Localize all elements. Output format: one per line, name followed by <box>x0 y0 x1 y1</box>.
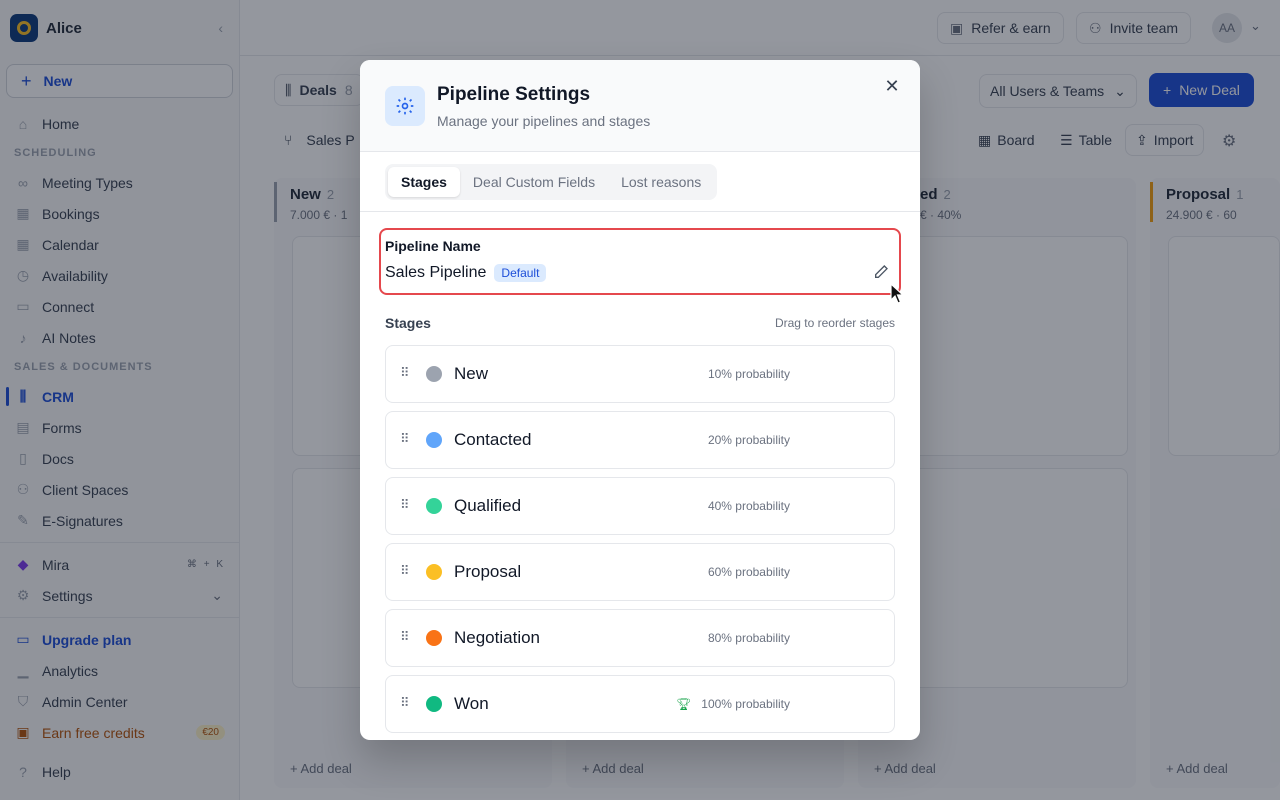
drag-handle-icon[interactable]: ⠿ <box>400 431 410 447</box>
stage-color-dot <box>426 498 442 514</box>
stage-probability: 10% probability <box>707 367 790 381</box>
drag-handle-icon[interactable]: ⠿ <box>400 695 410 711</box>
stage-name: Qualified <box>454 496 522 515</box>
drag-handle-icon[interactable]: ⠿ <box>400 365 410 381</box>
stage-name: Negotiation <box>454 628 541 647</box>
pipeline-name-field[interactable]: Pipeline Name Sales Pipeline Default <box>379 228 901 295</box>
default-badge: Default <box>494 264 547 282</box>
pencil-icon[interactable] <box>873 264 889 283</box>
tab-lost-reasons[interactable]: Lost reasons <box>608 167 714 197</box>
drag-handle-icon[interactable]: ⠿ <box>400 629 410 645</box>
stage-probability: 60% probability <box>707 565 790 579</box>
stage-name: Contacted <box>454 430 532 449</box>
stage-probability: 80% probability <box>707 631 790 645</box>
modal-header: Pipeline Settings Manage your pipelines … <box>360 60 920 152</box>
stage-color-dot <box>426 432 442 448</box>
stage-probability: 20% probability <box>707 433 790 447</box>
stage-name: New <box>454 364 489 383</box>
stage-color-dot <box>426 564 442 580</box>
stage-color-dot <box>426 366 442 382</box>
stage-row[interactable]: ⠿ New 10% probability <box>385 345 895 403</box>
tab-deal-custom-fields[interactable]: Deal Custom Fields <box>460 167 608 197</box>
modal-tabs-bar: Stages Deal Custom Fields Lost reasons <box>360 152 920 212</box>
stages-heading: Stages <box>385 315 431 331</box>
stage-probability: 100% probability <box>701 697 790 711</box>
stage-name: Proposal <box>454 562 522 581</box>
tabs: Stages Deal Custom Fields Lost reasons <box>385 164 718 200</box>
pipeline-settings-modal: Pipeline Settings Manage your pipelines … <box>360 60 920 740</box>
modal-subtitle: Manage your pipelines and stages <box>437 113 651 129</box>
gear-icon <box>385 86 425 126</box>
stage-row[interactable]: ⠿ Contacted 20% probability <box>385 411 895 469</box>
stage-row[interactable]: ⠿ Won 🏆︎ 100% probability <box>385 675 895 733</box>
drag-handle-icon[interactable]: ⠿ <box>400 497 410 513</box>
pipeline-name-text: Sales Pipeline <box>385 264 487 281</box>
drag-handle-icon[interactable]: ⠿ <box>400 563 410 579</box>
stage-row[interactable]: ⠿ Negotiation 80% probability <box>385 609 895 667</box>
close-icon[interactable]: ✕ <box>880 74 904 98</box>
pipeline-name-value: Sales Pipeline Default <box>385 264 547 282</box>
stage-name: Won <box>454 694 489 713</box>
modal-title: Pipeline Settings <box>437 84 591 105</box>
stage-row[interactable]: ⠿ Qualified 40% probability <box>385 477 895 535</box>
mouse-cursor-icon <box>890 283 905 304</box>
stages-hint: Drag to reorder stages <box>774 316 895 330</box>
trophy-icon: 🏆︎ <box>676 697 692 711</box>
pipeline-name-label: Pipeline Name <box>385 238 481 254</box>
stage-color-dot <box>426 630 442 646</box>
stage-row[interactable]: ⠿ Proposal 60% probability <box>385 543 895 601</box>
stage-probability: 40% probability <box>707 499 790 513</box>
stage-color-dot <box>426 696 442 712</box>
tab-stages[interactable]: Stages <box>388 167 460 197</box>
stage-probability-wrap: 🏆︎ 100% probability <box>676 697 790 711</box>
